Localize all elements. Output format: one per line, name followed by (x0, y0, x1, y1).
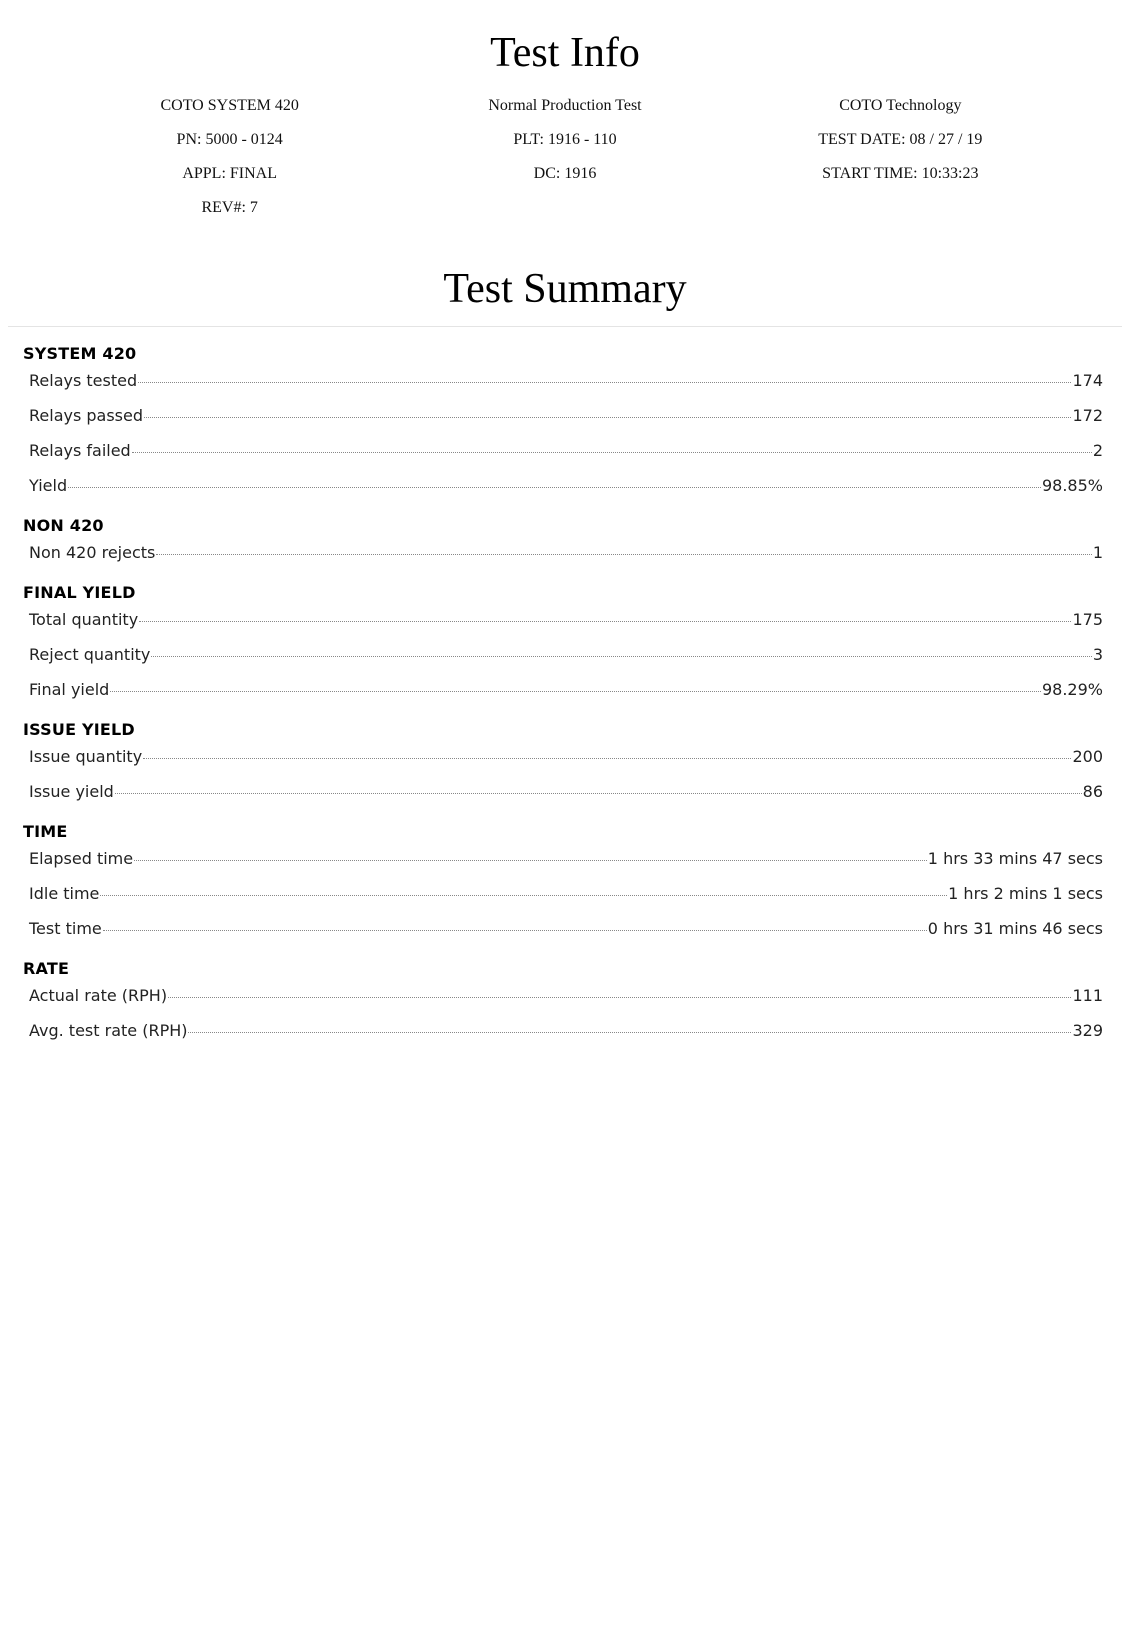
info-application: APPL: FINAL (182, 165, 277, 182)
summary-row-idle-time: Idle time 1 hrs 2 mins 1 secs (23, 881, 1103, 916)
row-value: 172 (1072, 406, 1103, 425)
section-heading: ISSUE YIELD (23, 720, 135, 739)
info-column-company: COTO Technology TEST DATE: 08 / 27 / 19 … (733, 96, 1068, 232)
dotted-leader (138, 382, 1072, 383)
section-heading: FINAL YIELD (23, 583, 136, 602)
row-value: 3 (1092, 645, 1103, 664)
summary-row-non-420-rejects: Non 420 rejects 1 (23, 540, 1103, 575)
dotted-leader (188, 1032, 1072, 1033)
info-plt: PLT: 1916 - 110 (513, 131, 617, 148)
row-value: 1 hrs 33 mins 47 secs (927, 849, 1103, 868)
summary-row-actual-rate: Actual rate (RPH) 111 (23, 983, 1103, 1018)
row-label: Final yield (29, 680, 110, 699)
dotted-leader (134, 860, 927, 861)
summary-row-reject-quantity: Reject quantity 3 (23, 642, 1103, 677)
dotted-leader (151, 656, 1092, 657)
info-company: COTO Technology (839, 97, 962, 114)
summary-row-final-yield: Final yield 98.29% (23, 677, 1103, 712)
row-value: 98.85% (1041, 476, 1103, 495)
section-rate: RATE Actual rate (RPH) 111 Avg. test rat… (23, 957, 1103, 1053)
row-label: Actual rate (RPH) (29, 986, 168, 1005)
summary-row-issue-quantity: Issue quantity 200 (23, 744, 1103, 779)
info-start-time: START TIME: 10:33:23 (822, 165, 979, 182)
row-value: 98.29% (1041, 680, 1103, 699)
info-system-name: COTO SYSTEM 420 (160, 97, 299, 114)
section-final-yield: FINAL YIELD Total quantity 175 Reject qu… (23, 581, 1103, 712)
summary-row-issue-yield: Issue yield 86 (23, 779, 1103, 814)
row-value: 174 (1072, 371, 1103, 390)
info-part-number: PN: 5000 - 0124 (176, 131, 283, 148)
row-label: Idle time (29, 884, 100, 903)
dotted-leader (68, 487, 1041, 488)
summary-row-avg-test-rate: Avg. test rate (RPH) 329 (23, 1018, 1103, 1053)
section-system-420: SYSTEM 420 Relays tested 174 Relays pass… (23, 342, 1103, 508)
row-value: 175 (1072, 610, 1103, 629)
dotted-leader (100, 895, 948, 896)
row-value: 86 (1082, 782, 1103, 801)
test-info-title: Test Info (490, 30, 640, 76)
section-heading: RATE (23, 959, 70, 978)
dotted-leader (114, 793, 1082, 794)
test-summary-title: Test Summary (443, 266, 687, 312)
row-label: Relays failed (29, 441, 131, 460)
section-heading: TIME (23, 822, 68, 841)
info-date-code: DC: 1916 (533, 165, 597, 182)
row-label: Avg. test rate (RPH) (29, 1021, 188, 1040)
info-test-date: TEST DATE: 08 / 27 / 19 (818, 131, 983, 148)
section-issue-yield: ISSUE YIELD Issue quantity 200 Issue yie… (23, 718, 1103, 814)
row-value: 1 (1092, 543, 1103, 562)
summary-row-relays-failed: Relays failed 2 (23, 438, 1103, 473)
dotted-leader (168, 997, 1072, 998)
row-value: 0 hrs 31 mins 46 secs (927, 919, 1103, 938)
row-value: 200 (1072, 747, 1103, 766)
dotted-leader (144, 417, 1072, 418)
row-label: Test time (29, 919, 102, 938)
row-value: 1 hrs 2 mins 1 secs (948, 884, 1103, 903)
summary-row-total-quantity: Total quantity 175 (23, 607, 1103, 642)
row-label: Issue yield (29, 782, 114, 801)
section-heading: NON 420 (23, 516, 104, 535)
row-value: 111 (1072, 986, 1103, 1005)
section-non-420: NON 420 Non 420 rejects 1 (23, 514, 1103, 575)
row-label: Issue quantity (29, 747, 143, 766)
summary-row-test-time: Test time 0 hrs 31 mins 46 secs (23, 916, 1103, 951)
summary-row-elapsed-time: Elapsed time 1 hrs 33 mins 47 secs (23, 846, 1103, 881)
section-time: TIME Elapsed time 1 hrs 33 mins 47 secs … (23, 820, 1103, 951)
dotted-leader (143, 758, 1072, 759)
dotted-leader (102, 930, 927, 931)
row-label: Yield (29, 476, 68, 495)
section-heading: SYSTEM 420 (23, 344, 137, 363)
row-label: Relays passed (29, 406, 144, 425)
dotted-leader (156, 554, 1092, 555)
row-value: 2 (1092, 441, 1103, 460)
row-label: Total quantity (29, 610, 139, 629)
summary-row-relays-passed: Relays passed 172 (23, 403, 1103, 438)
row-label: Relays tested (29, 371, 138, 390)
test-info-grid: COTO SYSTEM 420 PN: 5000 - 0124 APPL: FI… (62, 96, 1068, 232)
info-column-system: COTO SYSTEM 420 PN: 5000 - 0124 APPL: FI… (62, 96, 397, 232)
summary-divider (8, 326, 1122, 327)
summary-row-relays-tested: Relays tested 174 (23, 368, 1103, 403)
info-revision: REV#: 7 (201, 199, 258, 216)
row-value: 329 (1072, 1021, 1103, 1040)
summary-row-yield: Yield 98.85% (23, 473, 1103, 508)
row-label: Non 420 rejects (29, 543, 156, 562)
dotted-leader (110, 691, 1041, 692)
info-column-test: Normal Production Test PLT: 1916 - 110 D… (397, 96, 732, 232)
test-summary: SYSTEM 420 Relays tested 174 Relays pass… (23, 342, 1103, 1059)
dotted-leader (131, 452, 1092, 453)
report-page: Test Info COTO SYSTEM 420 PN: 5000 - 012… (0, 0, 1130, 1635)
dotted-leader (139, 621, 1072, 622)
info-test-type: Normal Production Test (488, 97, 642, 114)
row-label: Reject quantity (29, 645, 151, 664)
row-label: Elapsed time (29, 849, 134, 868)
